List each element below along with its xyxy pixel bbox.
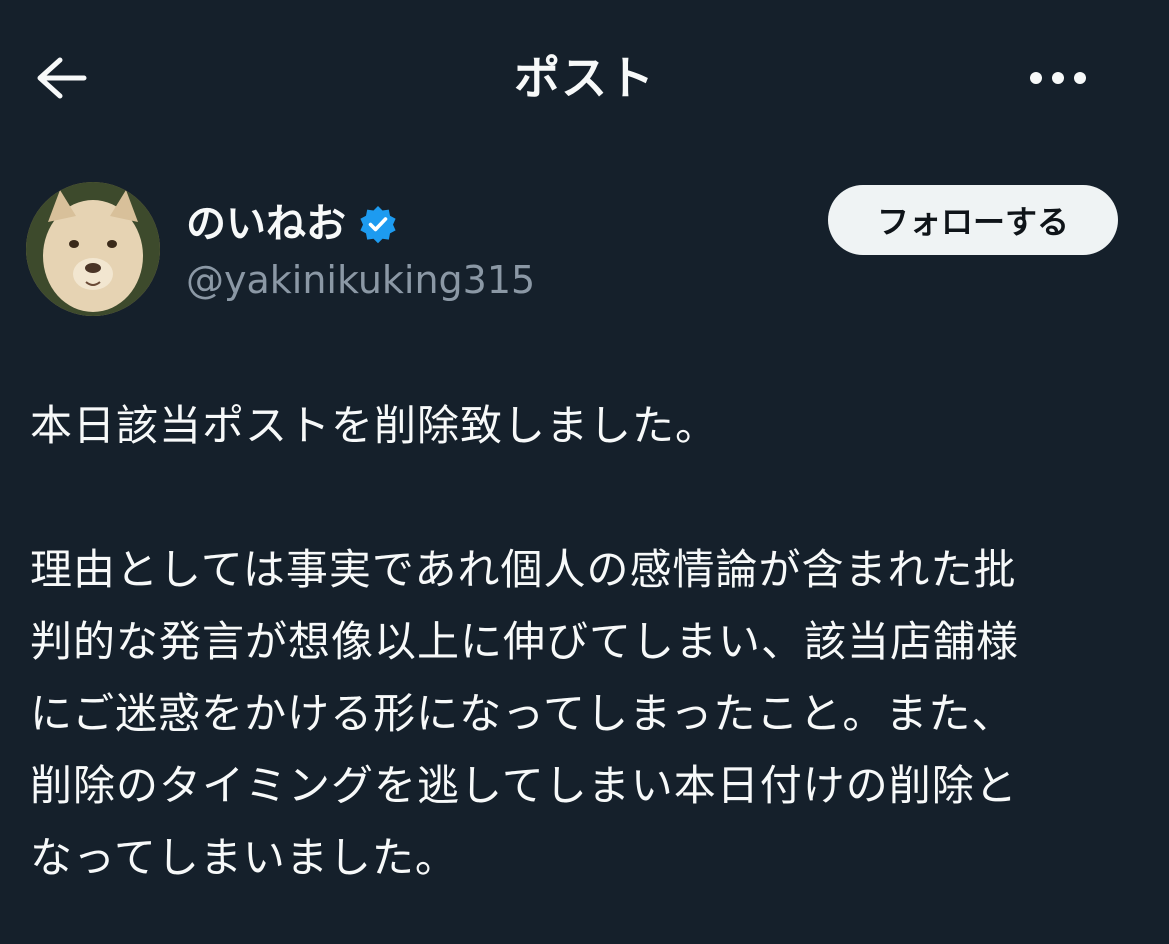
- display-name[interactable]: のいねお: [186, 196, 346, 252]
- follow-button[interactable]: フォローする: [828, 185, 1118, 255]
- dog-avatar-image: [26, 182, 160, 316]
- display-name-row: のいねお: [186, 194, 398, 254]
- more-options-button[interactable]: [1020, 52, 1096, 104]
- more-horizontal-icon: [1030, 72, 1086, 84]
- post-line: なってしまいました。: [30, 833, 458, 882]
- top-bar: ポスト: [0, 0, 1169, 150]
- post-text: 本日該当ポストを削除致しました。 理由としては事実であれ個人の感情論が含まれた批…: [30, 390, 1140, 894]
- author-section: のいねお @yakinikuking315 フォローする: [26, 180, 1136, 320]
- user-handle[interactable]: @yakinikuking315: [186, 252, 535, 308]
- post-line: 本日該当ポストを削除致しました。: [30, 401, 719, 450]
- post-line: 理由としては事実であれ個人の感情論が含まれた批: [30, 545, 1017, 594]
- post-line: 判的な発言が想像以上に伸びてしまい、該当店舗様: [30, 617, 1020, 666]
- post-line: 削除のタイミングを逃してしまい本日付けの削除と: [30, 761, 1018, 810]
- verified-badge-icon[interactable]: [358, 204, 398, 244]
- post-line: にご迷惑をかける形になってしまったこと。また、: [30, 689, 1015, 738]
- page-title: ポスト: [514, 51, 655, 105]
- avatar[interactable]: [26, 182, 160, 316]
